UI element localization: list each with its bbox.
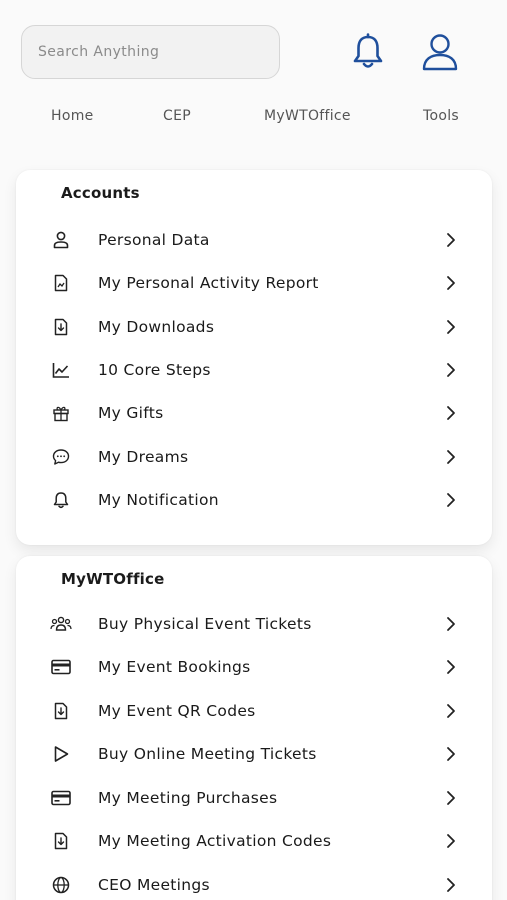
menu-item-label: My Downloads — [98, 318, 215, 336]
chevron-right-icon — [447, 704, 455, 718]
menu-item-label: My Notification — [98, 491, 219, 509]
group-icon — [50, 613, 72, 635]
chevron-right-icon — [447, 834, 455, 848]
globe-icon — [50, 874, 72, 896]
download-icon — [50, 316, 72, 338]
chevron-right-icon — [447, 617, 455, 631]
bell-icon — [50, 489, 72, 511]
nav-cep[interactable]: CEP — [163, 108, 191, 124]
menu-item-label: CEO Meetings — [98, 876, 210, 894]
nav-home[interactable]: Home — [51, 108, 94, 124]
card-icon — [50, 656, 72, 678]
chevron-right-icon — [447, 406, 455, 420]
menu-item-label: Buy Online Meeting Tickets — [98, 745, 317, 763]
menu-item-buy-physical-event-tickets[interactable]: Buy Physical Event Tickets — [16, 604, 492, 644]
nav-tools[interactable]: Tools — [423, 108, 459, 124]
search-input[interactable]: Search Anything — [21, 25, 280, 79]
menu-item-label: My Gifts — [98, 404, 164, 422]
accounts-card: Accounts Personal Data My Personal Activ… — [16, 170, 492, 545]
bell-icon — [353, 33, 383, 68]
menu-item-my-event-bookings[interactable]: My Event Bookings — [16, 647, 492, 687]
menu-item-label: My Event QR Codes — [98, 702, 256, 720]
chevron-right-icon — [447, 320, 455, 334]
search-placeholder: Search Anything — [38, 44, 160, 60]
report-icon — [50, 272, 72, 294]
top-nav: Home CEP MyWTOffice Tools — [0, 108, 507, 134]
menu-item-label: Buy Physical Event Tickets — [98, 615, 312, 633]
download-icon — [50, 700, 72, 722]
menu-item-my-notification[interactable]: My Notification — [16, 480, 492, 520]
menu-item-my-downloads[interactable]: My Downloads — [16, 307, 492, 347]
card-icon — [50, 787, 72, 809]
chevron-right-icon — [447, 233, 455, 247]
play-icon — [50, 743, 72, 765]
chevron-right-icon — [447, 791, 455, 805]
menu-item-label: My Meeting Activation Codes — [98, 832, 332, 850]
chevron-right-icon — [447, 450, 455, 464]
menu-item-my-meeting-activation-codes[interactable]: My Meeting Activation Codes — [16, 821, 492, 861]
menu-item-personal-activity-report[interactable]: My Personal Activity Report — [16, 263, 492, 303]
menu-item-personal-data[interactable]: Personal Data — [16, 220, 492, 260]
chevron-right-icon — [447, 878, 455, 892]
menu-item-label: My Meeting Purchases — [98, 789, 278, 807]
notification-bell-button[interactable] — [348, 30, 388, 74]
mywtoffice-card: MyWTOffice Buy Physical Event Tickets My… — [16, 556, 492, 900]
menu-item-label: My Personal Activity Report — [98, 274, 319, 292]
nav-mywtoffice[interactable]: MyWTOffice — [264, 108, 351, 124]
menu-item-label: My Event Bookings — [98, 658, 251, 676]
menu-item-buy-online-meeting-tickets[interactable]: Buy Online Meeting Tickets — [16, 734, 492, 774]
menu-item-my-event-qr-codes[interactable]: My Event QR Codes — [16, 691, 492, 731]
chevron-right-icon — [447, 363, 455, 377]
chart-icon — [50, 359, 72, 381]
menu-item-ceo-meetings[interactable]: CEO Meetings — [16, 865, 492, 900]
profile-button[interactable] — [420, 30, 460, 74]
menu-item-my-dreams[interactable]: My Dreams — [16, 437, 492, 477]
user-icon — [422, 34, 458, 71]
accounts-title: Accounts — [61, 184, 140, 202]
chevron-right-icon — [447, 276, 455, 290]
person-icon — [50, 229, 72, 251]
chevron-right-icon — [447, 660, 455, 674]
menu-item-10-core-steps[interactable]: 10 Core Steps — [16, 350, 492, 390]
menu-item-label: Personal Data — [98, 231, 210, 249]
menu-item-label: 10 Core Steps — [98, 361, 211, 379]
menu-item-my-meeting-purchases[interactable]: My Meeting Purchases — [16, 778, 492, 818]
download-icon — [50, 830, 72, 852]
top-bar: Search Anything — [0, 0, 507, 100]
chevron-right-icon — [447, 493, 455, 507]
menu-item-label: My Dreams — [98, 448, 189, 466]
mywtoffice-title: MyWTOffice — [61, 570, 165, 588]
chat-icon — [50, 446, 72, 468]
chevron-right-icon — [447, 747, 455, 761]
menu-item-my-gifts[interactable]: My Gifts — [16, 393, 492, 433]
gift-icon — [50, 402, 72, 424]
